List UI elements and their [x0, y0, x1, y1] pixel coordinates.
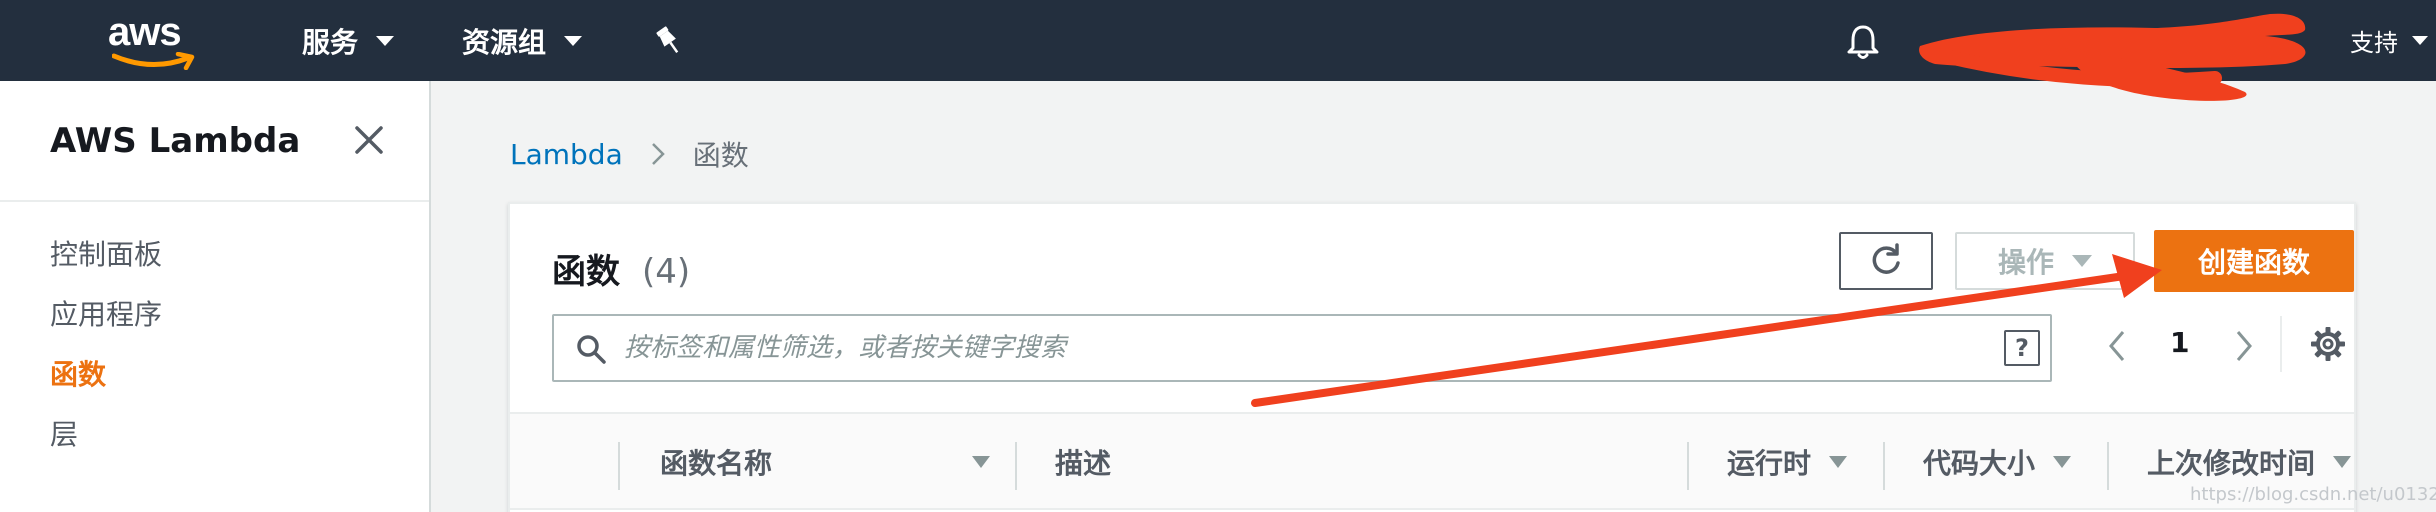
create-function-button[interactable]: 创建函数 [2154, 230, 2354, 292]
search-input[interactable] [624, 324, 1964, 372]
settings-gear-icon[interactable] [2310, 326, 2346, 362]
help-icon[interactable]: ? [2004, 330, 2040, 366]
resource-groups-menu[interactable]: 资源组 [462, 0, 583, 81]
column-header-description[interactable]: 描述 [1055, 414, 1111, 510]
next-page-icon[interactable] [2230, 326, 2258, 366]
refresh-icon [1872, 243, 1900, 274]
close-icon[interactable] [352, 123, 386, 157]
aws-logo[interactable]: aws [108, 10, 196, 70]
chevron-down-icon [564, 35, 583, 46]
functions-panel: 函数 (4) 操作 创建函数 ? 1 [508, 202, 2356, 512]
functions-table-header: 函数名称 描述 运行时 代码大小 上次修改时间 [510, 412, 2354, 510]
actions-label: 操作 [1997, 246, 2054, 279]
sort-caret-icon [2333, 456, 2352, 468]
sidebar-item-functions[interactable]: 函数 [50, 353, 106, 393]
sidebar-item-dashboard[interactable]: 控制面板 [50, 233, 162, 273]
sort-name-button[interactable] [954, 414, 990, 510]
services-menu[interactable]: 服务 [302, 0, 395, 81]
search-icon [577, 335, 606, 364]
panel-header: 函数 (4) [552, 244, 690, 293]
chevron-down-icon [376, 35, 395, 46]
column-label: 描述 [1055, 447, 1112, 480]
breadcrumb-lambda-link[interactable]: Lambda [510, 138, 623, 171]
refresh-button[interactable] [1839, 232, 1933, 290]
resource-groups-menu-label: 资源组 [462, 25, 547, 59]
column-header-code-size[interactable]: 代码大小 [1923, 414, 2072, 510]
sort-caret-icon [972, 456, 990, 468]
column-divider [2107, 442, 2109, 490]
sidebar-item-layers[interactable]: 层 [50, 413, 78, 453]
column-label: 代码大小 [1923, 447, 2036, 480]
sidebar: AWS Lambda 控制面板 应用程序 函数 层 [0, 81, 431, 512]
search-box: ? [552, 314, 2052, 382]
current-page-number[interactable]: 1 [2170, 326, 2189, 359]
caret-down-icon [2072, 255, 2092, 267]
panel-title: 函数 [552, 252, 620, 292]
sidebar-item-applications[interactable]: 应用程序 [50, 293, 162, 333]
column-divider [618, 442, 620, 490]
column-label: 上次修改时间 [2147, 447, 2316, 480]
support-menu-label: 支持 [2350, 29, 2398, 57]
chevron-right-icon [651, 143, 665, 165]
bell-icon[interactable] [1843, 22, 1883, 62]
pin-icon[interactable] [652, 24, 686, 58]
previous-page-icon[interactable] [2103, 326, 2131, 366]
watermark: https://blog.csdn.net/u013256642 [2190, 484, 2436, 505]
column-header-runtime[interactable]: 运行时 [1727, 414, 1848, 510]
toolbar-divider [2280, 316, 2282, 372]
column-divider [1883, 442, 1885, 490]
column-header-function-name[interactable]: 函数名称 [660, 414, 772, 510]
column-divider [1015, 442, 1017, 490]
aws-smile-icon [112, 52, 195, 70]
support-menu[interactable]: 支持 [2350, 0, 2428, 81]
column-label: 运行时 [1727, 447, 1812, 480]
sort-caret-icon [2053, 456, 2072, 468]
aws-logo-text: aws [108, 10, 182, 54]
services-menu-label: 服务 [302, 25, 359, 59]
sidebar-divider [0, 200, 429, 202]
breadcrumb: Lambda 函数 [510, 134, 749, 174]
sidebar-title: AWS Lambda [50, 121, 301, 161]
function-count: (4) [642, 252, 691, 292]
chevron-down-icon [2412, 36, 2428, 45]
breadcrumb-current: 函数 [692, 139, 749, 172]
column-divider [1687, 442, 1689, 490]
redaction-scribble [1919, 13, 2306, 101]
column-label: 函数名称 [660, 447, 773, 480]
actions-dropdown[interactable]: 操作 [1955, 232, 2135, 290]
sort-caret-icon [1829, 456, 1848, 468]
